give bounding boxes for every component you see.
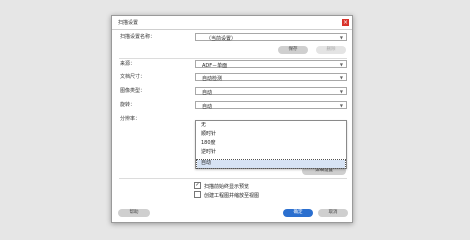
chevron-down-icon: ▼ <box>339 35 343 40</box>
rotation-option-none[interactable]: 无 <box>197 122 345 130</box>
rotation-select[interactable]: 自动 ▼ <box>195 101 347 110</box>
rotation-option-clockwise[interactable]: 顺时针 <box>197 131 345 139</box>
image-type-select[interactable]: 自动 ▼ <box>195 87 347 96</box>
scale-checkbox-label: 创建工程图并缩放至视图 <box>204 193 260 199</box>
preset-select[interactable]: （当前设置） ▼ <box>195 33 347 42</box>
dialog-titlebar: 扫描设置 × <box>112 16 352 30</box>
rotation-dropdown-list: 无 顺时针 180度 逆时针 自动 <box>195 120 347 169</box>
scan-settings-dialog: 扫描设置 × 扫描设置名称： （当前设置） ▼ 保存 删除 来源： ADF－单面… <box>111 15 353 223</box>
image-type-value: 自动 <box>202 90 213 96</box>
close-icon[interactable]: × <box>342 19 349 26</box>
preview-checkbox-row[interactable]: ✓ 扫描前始终显示预览 <box>194 182 250 190</box>
chevron-down-icon: ▼ <box>339 89 343 94</box>
rotation-value: 自动 <box>202 104 213 110</box>
preview-checkbox-label: 扫描前始终显示预览 <box>204 184 250 190</box>
chevron-down-icon: ▼ <box>339 103 343 108</box>
rotation-option-counterclockwise[interactable]: 逆时针 <box>197 149 345 157</box>
delete-preset-button[interactable]: 删除 <box>316 46 346 54</box>
rotation-option-auto[interactable]: 自动 <box>196 159 346 169</box>
scale-checkbox-row[interactable]: 创建工程图并缩放至视图 <box>194 191 260 199</box>
chevron-down-icon: ▼ <box>339 62 343 67</box>
resolution-label: 分辨率： <box>120 116 141 122</box>
help-button[interactable]: 帮助 <box>118 209 150 217</box>
scale-checkbox[interactable] <box>194 191 201 198</box>
preset-label: 扫描设置名称： <box>120 34 156 40</box>
rotation-label: 旋转： <box>120 102 136 108</box>
document-size-label: 文档尺寸： <box>120 74 146 80</box>
preview-checkbox[interactable]: ✓ <box>194 182 201 189</box>
document-size-value: 自动检测 <box>202 76 223 82</box>
document-size-select[interactable]: 自动检测 ▼ <box>195 73 347 82</box>
source-value: ADF－单面 <box>202 63 228 69</box>
ok-button[interactable]: 确定 <box>283 209 313 217</box>
rotation-option-180[interactable]: 180度 <box>197 140 345 148</box>
dialog-title: 扫描设置 <box>118 20 139 26</box>
divider <box>119 178 347 179</box>
source-label: 来源： <box>120 61 136 67</box>
chevron-down-icon: ▼ <box>339 75 343 80</box>
image-type-label: 图像类型： <box>120 88 146 94</box>
save-preset-button[interactable]: 保存 <box>278 46 308 54</box>
cancel-button[interactable]: 取消 <box>318 209 348 217</box>
preset-value: （当前设置） <box>206 36 237 42</box>
source-select[interactable]: ADF－单面 ▼ <box>195 60 347 69</box>
divider <box>119 58 347 59</box>
